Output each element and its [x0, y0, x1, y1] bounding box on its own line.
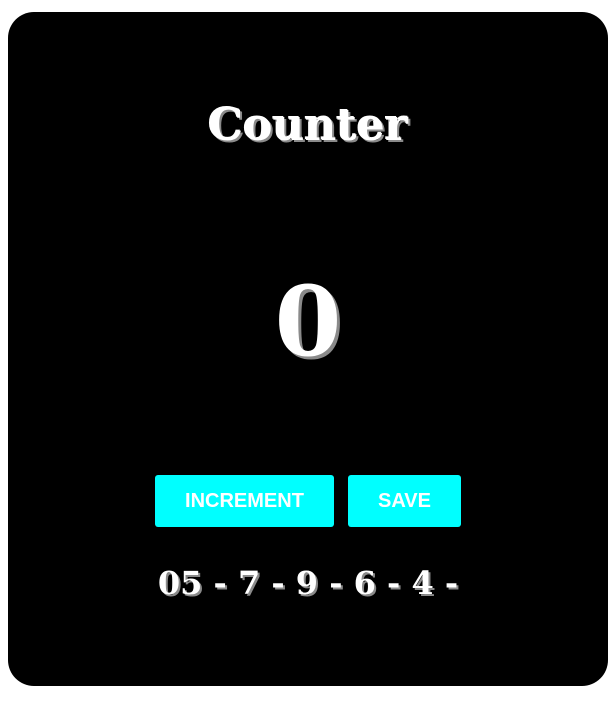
counter-card: Counter 0 INCREMENT SAVE 05 - 7 - 9 - 6 … [8, 12, 608, 686]
saved-history: 05 - 7 - 9 - 6 - 4 - [157, 564, 459, 602]
increment-button[interactable]: INCREMENT [155, 475, 334, 527]
save-button[interactable]: SAVE [348, 475, 461, 527]
page-title: Counter [208, 100, 408, 151]
count-display: 0 [274, 265, 342, 378]
